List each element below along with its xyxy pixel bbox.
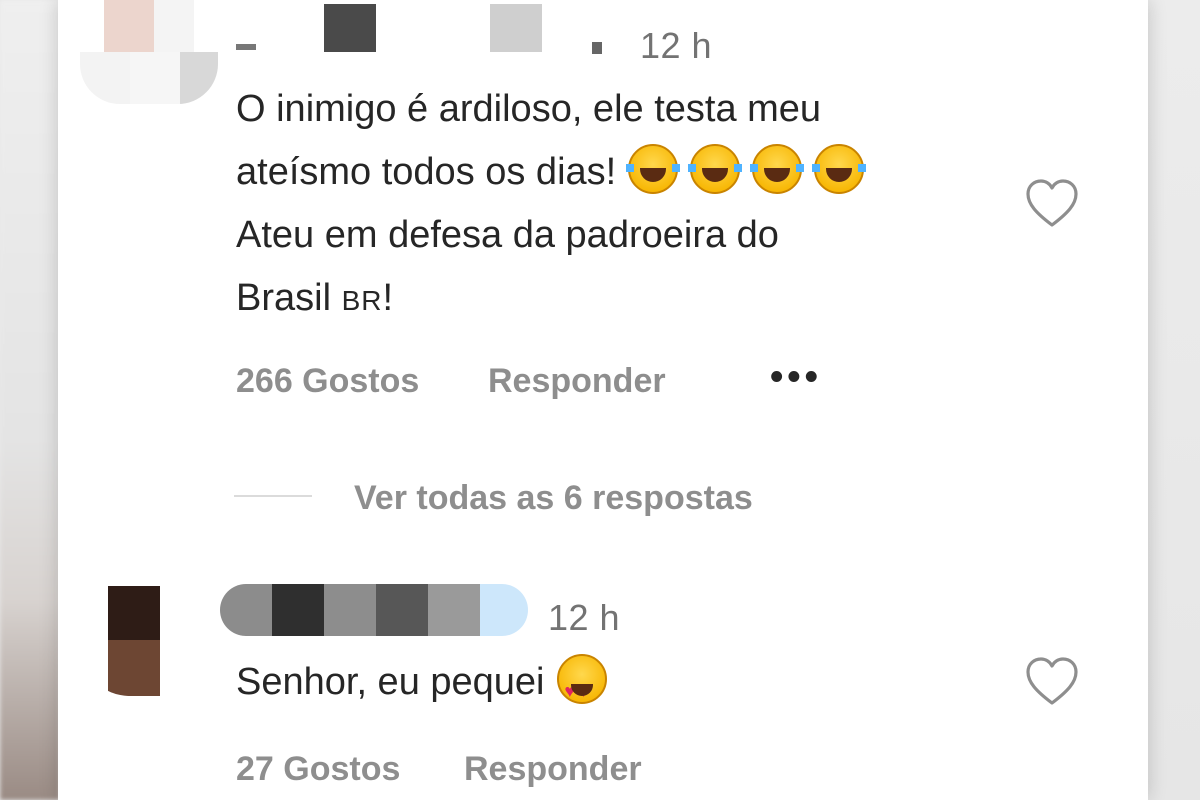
comment-1-username-redacted[interactable]: [236, 4, 628, 56]
comment-2-text: Senhor, eu pequei: [236, 651, 607, 723]
comment-1-likes-count[interactable]: 266 Gostos: [236, 362, 419, 401]
face-with-tears-of-joy-icon: [750, 144, 805, 194]
comment-2-like-heart-icon[interactable]: [1024, 656, 1080, 708]
view-all-replies-button[interactable]: Ver todas as 6 respostas: [354, 479, 753, 518]
face-with-tears-of-joy-icon: [626, 144, 681, 194]
comment-2-reply-button[interactable]: Responder: [464, 750, 642, 789]
blurred-background-left: [0, 0, 60, 800]
comment-2-likes-count[interactable]: 27 Gostos: [236, 750, 400, 789]
comment-2-timestamp: 12 h: [548, 597, 621, 638]
brazil-flag-icon: BR: [341, 285, 383, 316]
comment-1-text-line-1: O inimigo é ardiloso, ele testa meu: [236, 88, 822, 130]
comment-1-avatar[interactable]: [80, 0, 218, 104]
face-with-tears-of-joy-icon: [688, 144, 743, 194]
comment-1-text-line-4: Brasil BR!: [236, 277, 394, 319]
comment-1-text-line-3: Ateu em defesa da padroeira do: [236, 214, 779, 256]
comment-1-more-options-icon[interactable]: •••: [770, 356, 822, 399]
comment-1-like-heart-icon[interactable]: [1024, 178, 1080, 230]
face-with-tears-of-joy-icon: [812, 144, 867, 194]
replies-divider-line: [234, 495, 312, 497]
comments-panel: 12 h O inimigo é ardiloso, ele testa meu…: [58, 0, 1148, 800]
comment-2-username-redacted[interactable]: [218, 584, 538, 636]
comment-1-text-line-2: ateísmo todos os dias!: [236, 141, 1036, 204]
comment-1-text: O inimigo é ardiloso, ele testa meu ateí…: [236, 78, 1036, 332]
smiling-face-with-heart-eyes-icon: [556, 654, 607, 723]
comment-1-timestamp: 12 h: [640, 25, 713, 66]
blurred-background-right: [1140, 0, 1200, 800]
comment-1-reply-button[interactable]: Responder: [488, 362, 666, 401]
comment-2-avatar[interactable]: [80, 586, 218, 696]
